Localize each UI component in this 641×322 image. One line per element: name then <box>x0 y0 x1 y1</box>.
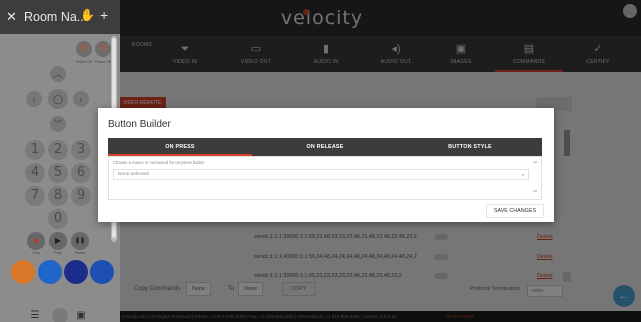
digit-8-button[interactable]: 8 <box>48 186 68 206</box>
digit-9-button[interactable]: 9 <box>71 186 91 206</box>
dpad-ok-button[interactable]: ◯ <box>48 89 68 109</box>
pause-icon: ❚❚ <box>74 238 86 244</box>
power-off-button[interactable]: ⏻ <box>95 41 111 57</box>
digit-0-button[interactable]: 0 <box>48 209 68 229</box>
scroll-down-icon[interactable]: ▴▾ <box>533 189 537 193</box>
navy-color-button[interactable] <box>64 260 88 284</box>
power-icon: ⏻ <box>99 43 107 54</box>
digit-4-button[interactable]: 4 <box>25 163 45 183</box>
digit-1-button[interactable]: 1 <box>25 140 45 160</box>
drag-hand-icon[interactable]: ✋ <box>80 8 95 22</box>
tab-on-release[interactable]: ON RELEASE <box>253 138 397 156</box>
dark-blue-color-button[interactable] <box>90 260 114 284</box>
digit-2-button[interactable]: 2 <box>48 140 68 160</box>
play-label: Play <box>54 251 62 255</box>
remote-titlebar: ✕ Room Na... ✋ + <box>0 0 120 34</box>
digit-7-button[interactable]: 7 <box>25 186 45 206</box>
menu-icon[interactable]: ☰ <box>28 309 42 322</box>
ok-circle-icon: ◯ <box>52 94 64 104</box>
chevron-up-icon: ︿ <box>53 69 63 79</box>
pause-label: Pause <box>74 251 86 255</box>
grid-icon[interactable]: ▣ <box>74 309 88 322</box>
modal-title: Button Builder <box>108 119 171 130</box>
macro-command-select[interactable]: None selected ▾ <box>113 169 529 180</box>
circle-icon[interactable] <box>52 308 68 322</box>
select-value: None selected <box>118 172 149 177</box>
dpad-left-button[interactable]: ‹ <box>26 91 42 107</box>
digit-6-button[interactable]: 6 <box>71 163 91 183</box>
chevron-down-icon: ﹀ <box>53 119 63 129</box>
power-icon: ⏻ <box>80 43 88 54</box>
button-builder-modal: Button Builder ON PRESS ON RELEASE BUTTO… <box>98 108 554 222</box>
modal-tabs: ON PRESS ON RELEASE BUTTON STYLE <box>108 138 542 156</box>
play-button[interactable]: ▶ <box>49 232 67 250</box>
scroll-up-icon[interactable]: ▴▾ <box>533 160 537 164</box>
stop-button[interactable]: ■ <box>27 232 45 250</box>
close-icon[interactable]: ✕ <box>6 9 17 25</box>
pause-button[interactable]: ❚❚ <box>71 232 89 250</box>
dpad-up-button[interactable]: ︿ <box>50 66 66 82</box>
digit-3-button[interactable]: 3 <box>71 140 91 160</box>
blue-color-button[interactable] <box>38 260 62 284</box>
dpad-down-button[interactable]: ﹀ <box>50 116 66 132</box>
stop-icon: ■ <box>33 236 39 245</box>
on-press-panel: Choose a macro or command for on-press b… <box>108 156 542 200</box>
remote-title: Room Na... <box>24 10 88 24</box>
stop-label: Stop <box>32 251 40 255</box>
caret-down-icon: ▾ <box>521 172 524 177</box>
dpad-right-button[interactable]: › <box>73 91 89 107</box>
macro-help-text: Choose a macro or command for on-press b… <box>113 160 205 165</box>
play-icon: ▶ <box>54 236 62 245</box>
tab-on-press[interactable]: ON PRESS <box>108 138 252 156</box>
orange-color-button[interactable] <box>11 260 35 284</box>
save-changes-button[interactable]: SAVE CHANGES <box>486 204 544 218</box>
chevron-right-icon: › <box>79 94 83 104</box>
add-icon[interactable]: + <box>100 7 108 23</box>
tab-button-style[interactable]: BUTTON STYLE <box>398 138 542 156</box>
chevron-left-icon: ‹ <box>32 94 36 104</box>
digit-5-button[interactable]: 5 <box>48 163 68 183</box>
power-on-button[interactable]: ⏻ <box>76 41 92 57</box>
